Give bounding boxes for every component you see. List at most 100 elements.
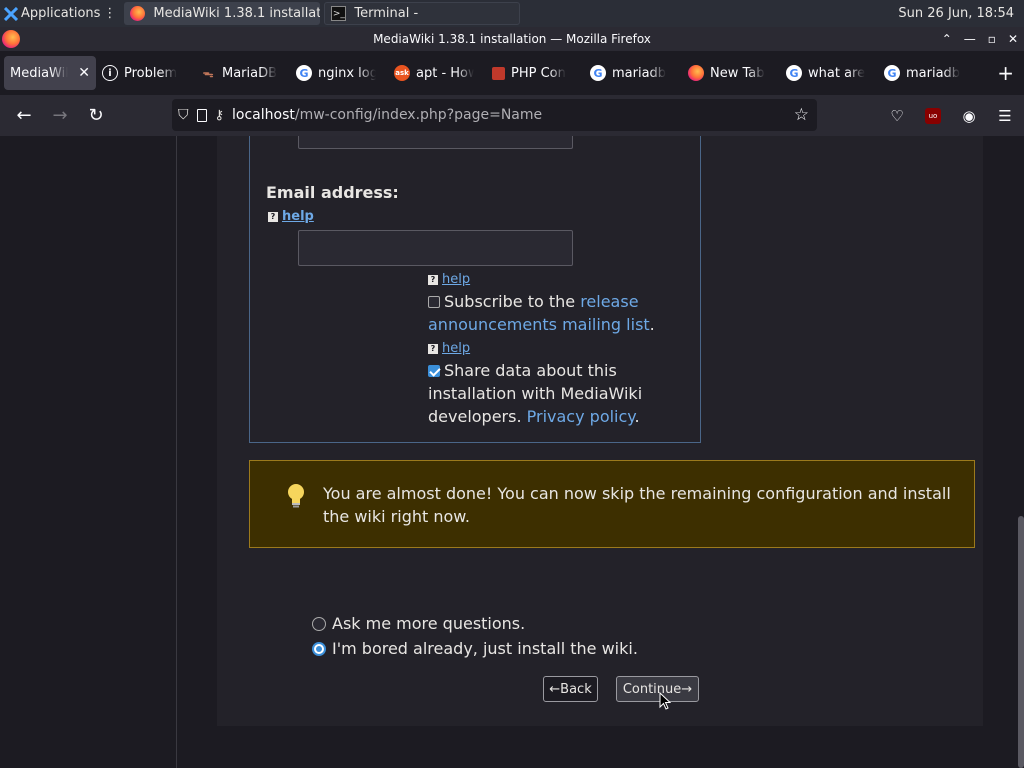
help-icon: ?: [428, 343, 438, 354]
forward-arrow-icon[interactable]: →: [42, 100, 78, 132]
share-data-option[interactable]: Share data about this installation with …: [428, 359, 648, 428]
back-arrow-icon[interactable]: ←: [6, 100, 42, 132]
xfce-icon: [3, 6, 19, 21]
url-host: localhost: [232, 107, 295, 123]
os-top-panel: Applications ⋮ MediaWiki 1.38.1 installa…: [0, 0, 1024, 27]
menu-separator: ⋮: [103, 6, 117, 21]
minimize-icon[interactable]: —: [964, 32, 976, 46]
url-bar[interactable]: ⛉ ⚷ localhost/mw-config/index.php?page=N…: [172, 99, 817, 131]
bookmark-star-icon[interactable]: ☆: [794, 105, 809, 125]
firefox-icon: [130, 6, 146, 21]
privacy-policy-link[interactable]: Privacy policy: [527, 407, 635, 426]
tab-label: PHP Con: [511, 65, 566, 81]
help-link[interactable]: help: [442, 272, 470, 287]
tab-what-are[interactable]: G what are: [780, 56, 878, 90]
continue-button[interactable]: Continue→: [616, 676, 699, 702]
page-scrollbar[interactable]: [1018, 516, 1024, 768]
tab-label: New Tab: [710, 65, 765, 81]
share-data-checkbox[interactable]: [428, 365, 440, 377]
install-now-label[interactable]: I'm bored already, just install the wiki…: [332, 639, 638, 658]
share-data-help[interactable]: ? help: [428, 341, 470, 356]
maximize-up-icon[interactable]: ⌃: [942, 32, 952, 46]
page-viewport: Email address: ? help ? help Subscribe t…: [0, 136, 1024, 768]
google-icon: G: [590, 65, 606, 81]
install-now-radio[interactable]: [312, 641, 326, 656]
page-icon: [196, 108, 207, 122]
tab-new-tab[interactable]: New Tab: [682, 56, 780, 90]
google-icon: G: [786, 65, 802, 81]
applications-menu[interactable]: Applications ⋮: [0, 0, 120, 27]
hamburger-menu-icon[interactable]: ☰: [994, 105, 1016, 127]
tab-label: Problem: [124, 65, 178, 81]
privacy-badger-icon[interactable]: ◉: [958, 105, 980, 127]
tab-php-con[interactable]: PHP Con: [486, 56, 584, 90]
subscribe-checkbox[interactable]: [428, 296, 440, 308]
subscribe-suffix: .: [649, 315, 655, 334]
email-input[interactable]: [298, 230, 573, 266]
subscribe-text: Subscribe to the: [444, 292, 581, 311]
window-controls: ⌃ — ▫ ✕: [942, 27, 1018, 51]
mouse-cursor-icon: [659, 692, 671, 710]
tab-strip: MediaWiki ✕ i Problem ᯓ MariaDB G nginx …: [0, 51, 1024, 95]
taskbar-item-label: Terminal -: [354, 6, 419, 21]
url-path: /mw-config/index.php?page=Name: [294, 107, 543, 123]
notice-text: You are almost done! You can now skip th…: [323, 484, 951, 526]
tab-label: apt - How: [416, 65, 474, 81]
restore-icon[interactable]: ▫: [988, 32, 996, 46]
tab-label: nginx log: [318, 65, 376, 81]
lightbulb-icon: [288, 484, 304, 508]
url-text[interactable]: localhost/mw-config/index.php?page=Name: [232, 107, 542, 123]
help-link[interactable]: help: [442, 341, 470, 356]
tab-mariadb-search-2[interactable]: G mariadb: [878, 56, 966, 90]
taskbar-item-firefox[interactable]: MediaWiki 1.38.1 installati...: [124, 2, 321, 25]
window-titlebar: MediaWiki 1.38.1 installation — Mozilla …: [0, 27, 1024, 51]
ask-more-option[interactable]: Ask me more questions.: [312, 614, 525, 633]
back-button[interactable]: ←Back: [543, 676, 598, 702]
password-confirm-input[interactable]: [298, 136, 573, 149]
mariadb-icon: ᯓ: [202, 66, 214, 80]
reload-icon[interactable]: ↻: [78, 100, 114, 132]
ublock-origin-icon[interactable]: uo: [922, 105, 944, 127]
email-label: Email address:: [266, 183, 399, 202]
tab-label: mariadb: [612, 65, 667, 81]
close-tab-icon[interactable]: ✕: [78, 65, 90, 81]
tab-label: MediaWiki: [10, 65, 68, 81]
navigation-toolbar: ← → ↻ ⛉ ⚷ localhost/mw-config/index.php?…: [0, 95, 1024, 136]
firefox-logo-icon: [2, 30, 20, 48]
firefox-icon: [688, 65, 704, 81]
permissions-key-icon[interactable]: ⚷: [215, 108, 225, 123]
close-window-icon[interactable]: ✕: [1008, 32, 1018, 46]
tab-label: MariaDB: [222, 65, 278, 81]
google-icon: G: [296, 65, 312, 81]
help-link[interactable]: help: [282, 209, 314, 224]
askubuntu-icon: ask: [394, 65, 410, 81]
new-tab-button[interactable]: +: [997, 61, 1014, 85]
install-now-option[interactable]: I'm bored already, just install the wiki…: [312, 639, 638, 658]
subscribe-help[interactable]: ? help: [428, 272, 470, 287]
ask-more-label[interactable]: Ask me more questions.: [332, 614, 525, 633]
terminal-icon: >_: [331, 6, 347, 21]
taskbar-item-terminal[interactable]: >_ Terminal -: [324, 2, 521, 25]
email-help[interactable]: ? help: [268, 209, 314, 224]
subscribe-option[interactable]: Subscribe to the release announcements m…: [428, 290, 658, 336]
tab-mariadb[interactable]: ᯓ MariaDB: [194, 56, 290, 90]
sidebar-divider: [176, 136, 177, 768]
taskbar-item-label: MediaWiki 1.38.1 installati...: [153, 6, 321, 21]
shield-icon[interactable]: ⛉: [178, 107, 189, 123]
help-icon: ?: [428, 274, 438, 285]
tab-mariadb-search[interactable]: G mariadb: [584, 56, 682, 90]
ask-more-radio[interactable]: [312, 616, 326, 631]
pocket-icon[interactable]: ♡: [886, 105, 908, 127]
tab-problem[interactable]: i Problem: [96, 56, 194, 90]
clock[interactable]: Sun 26 Jun, 18:54: [898, 6, 1024, 21]
php-icon: [492, 66, 505, 80]
help-icon: ?: [268, 211, 278, 222]
tab-label: mariadb: [906, 65, 960, 81]
window-title: MediaWiki 1.38.1 installation — Mozilla …: [373, 32, 651, 46]
tab-mediawiki[interactable]: MediaWiki ✕: [4, 56, 96, 90]
info-icon: i: [102, 65, 118, 81]
tab-apt[interactable]: ask apt - How: [388, 56, 486, 90]
applications-label: Applications: [21, 6, 101, 21]
almost-done-notice: You are almost done! You can now skip th…: [249, 460, 975, 548]
tab-nginx-log[interactable]: G nginx log: [290, 56, 388, 90]
